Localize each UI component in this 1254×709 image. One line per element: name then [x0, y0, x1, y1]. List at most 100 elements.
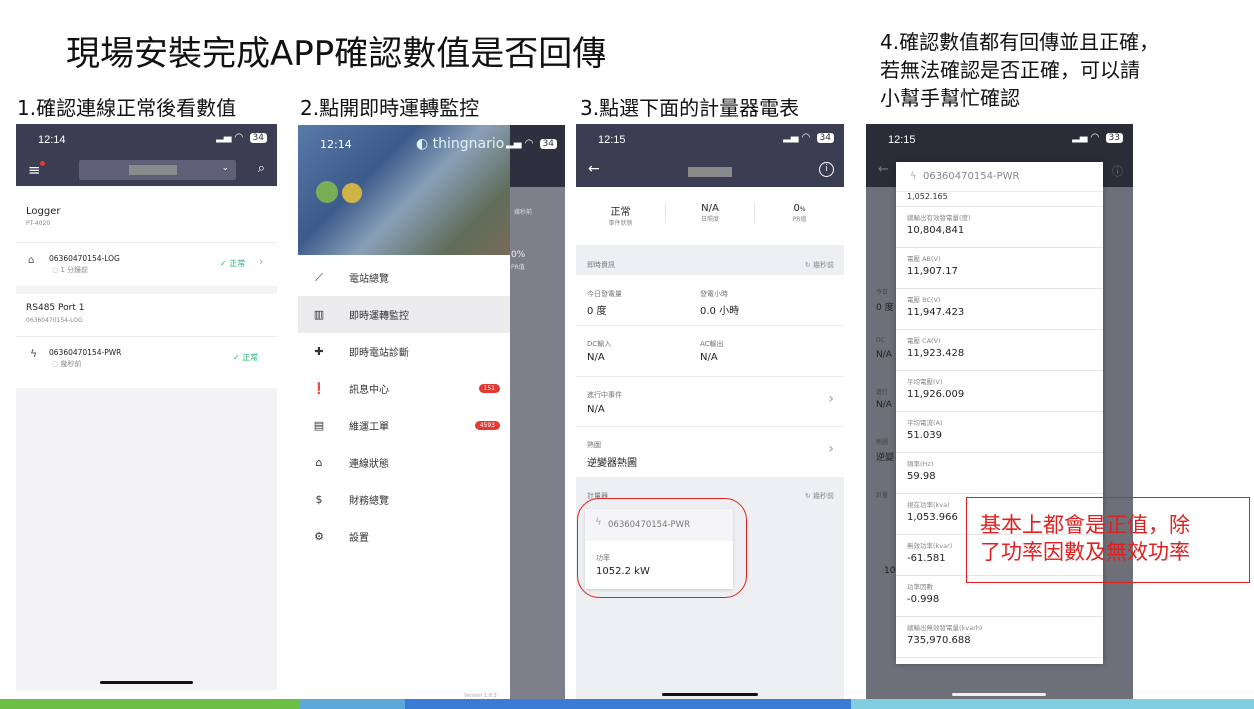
- event-row[interactable]: 進行中事件 N/A ›: [576, 376, 844, 426]
- dc-input-value: N/A: [587, 352, 605, 363]
- menu-item[interactable]: ⟋ 電站總覽: [298, 259, 510, 296]
- signal-wifi-battery-icon: ▂▄ ◠ 34: [216, 132, 267, 143]
- menu-item[interactable]: ⚙ 設置: [298, 518, 510, 555]
- metric-value: 11,907.17: [907, 266, 958, 277]
- device-updated: ◌ 幾秒前: [52, 360, 82, 368]
- heatmap-label: 熱圖: [587, 441, 601, 449]
- chevron-right-icon: ›: [259, 255, 264, 268]
- metric-label: 總輸出有效發電量(度): [907, 214, 971, 222]
- footer-strip-green: [0, 699, 300, 709]
- signal-wifi-battery-icon: ▂▄ ◠ 34: [506, 138, 557, 149]
- chevron-right-icon: ›: [828, 441, 834, 457]
- device-updated: ◌ 1 分鐘前: [52, 266, 89, 274]
- highlight-ellipse: [577, 498, 747, 598]
- port-title: RS485 Port 1: [26, 303, 85, 313]
- battery-level: 34: [816, 133, 834, 143]
- background-label: DC: [876, 337, 885, 344]
- background-label: 今日: [876, 289, 889, 296]
- router-icon: ⌂: [315, 456, 323, 469]
- step-3-caption: 3.點選下面的計量器電表: [580, 96, 800, 120]
- metric-label: 電壓 AB(V): [907, 255, 941, 263]
- message-icon: ❗: [312, 382, 326, 395]
- sun-spot-icon: [342, 183, 362, 203]
- menu-item[interactable]: $ 財務總覽: [298, 481, 510, 518]
- chart-line-icon: ⟋: [315, 270, 323, 284]
- diagnosis-plus-icon: ✚: [314, 345, 324, 358]
- step-4-line-2: 若無法確認是否正確，可以請: [880, 58, 1140, 82]
- status-bar: 12:15 ▂▄ ◠ 34: [576, 124, 844, 156]
- device-status: ✓ 正常: [220, 259, 246, 268]
- metric-value: 10,804,841: [907, 225, 965, 236]
- metric-row: 總輸出有效發電量(度) 10,804,841: [896, 207, 1103, 248]
- annotation-text: 基本上都會是正值，除 了功率因數及無效功率: [980, 512, 1190, 566]
- menu-item-label: 維運工單: [349, 422, 389, 433]
- meter-detail-dialog: ϟ 06360470154-PWR 1,052.165 總輸出有效發電量(度) 1…: [896, 162, 1103, 664]
- clipboard-icon: ▤: [313, 419, 325, 432]
- background-label: 計量: [876, 492, 889, 499]
- menu-item[interactable]: ▥ 即時運轉監控: [298, 296, 510, 333]
- gen-hours-value: 0.0 小時: [700, 306, 740, 317]
- menu-item[interactable]: ❗ 訊息中心 151: [298, 370, 510, 407]
- background-label: 進行: [876, 389, 889, 396]
- chevron-right-icon: ›: [828, 391, 834, 407]
- search-icon[interactable]: ⌕: [258, 161, 265, 176]
- battery-level: 34: [539, 139, 557, 149]
- clock: 12:15: [888, 134, 916, 146]
- menu-item[interactable]: ⌂ 連線狀態: [298, 444, 510, 481]
- menu-icon[interactable]: ≡: [28, 161, 41, 179]
- divider: [576, 325, 844, 326]
- clock: 12:15: [598, 134, 626, 146]
- gen-hours-label: 發電小時: [700, 290, 728, 298]
- refresh-time-text: 幾秒前: [813, 261, 834, 269]
- device-row-log[interactable]: ⌂ 06360470154-LOG ◌ 1 分鐘前 ✓ 正常 ›: [16, 242, 277, 282]
- annotation-line-2: 了功率因數及無效功率: [980, 540, 1190, 564]
- device-updated-text: 1 分鐘前: [60, 266, 89, 274]
- step-4-caption: 4.確認數值都有回傳並且正確， 若無法確認是否正確，可以請 小幫手幫忙確認: [880, 28, 1159, 112]
- dialog-item-list[interactable]: 總輸出有效發電量(度) 10,804,841 電壓 AB(V) 11,907.17 電壓…: [896, 207, 1103, 658]
- dc-input-label: DC輸入: [587, 340, 612, 348]
- device-updated-text: 幾秒前: [60, 360, 82, 368]
- device-row-pwr[interactable]: ϟ 06360470154-PWR ◌ 幾秒前 ✓ 正常: [16, 336, 277, 376]
- device-status: ✓ 正常: [233, 353, 259, 362]
- kpi-unit: %: [799, 206, 806, 213]
- background-value: 0 度: [876, 303, 894, 313]
- menu-item[interactable]: ✚ 即時電站診斷: [298, 333, 510, 370]
- background-label: 幾秒前: [514, 209, 533, 216]
- kpi-label: 日照度: [700, 216, 719, 223]
- background-value: 10: [884, 566, 896, 576]
- metric-label: 電壓 CA(V): [907, 337, 941, 345]
- dialog-header: ϟ 06360470154-PWR: [896, 162, 1103, 192]
- lightning-icon: ϟ: [910, 171, 917, 182]
- home-indicator: [952, 693, 1046, 696]
- device-name: 06360470154-LOG: [49, 254, 120, 263]
- menu-item[interactable]: ▤ 維運工單 4593: [298, 407, 510, 444]
- phone-screen-1: 12:14 ▂▄ ◠ 34 ≡ ⌄ ⌕ Logger PT-4020 ⌂ 063…: [16, 124, 277, 690]
- event-value: N/A: [587, 404, 605, 415]
- site-selector[interactable]: ⌄: [79, 160, 236, 180]
- menu-item-label: 電站總覽: [349, 274, 389, 285]
- home-indicator: [662, 693, 758, 696]
- background-value: 逆變: [876, 453, 895, 463]
- metric-label: 平均電流(A): [907, 419, 943, 427]
- metric-row: 電壓 AB(V) 11,907.17: [896, 248, 1103, 289]
- step-4-line-1: 4.確認數值都有回傳並且正確，: [880, 30, 1160, 54]
- info-icon[interactable]: i: [819, 162, 834, 177]
- kpi-row: 正常 事件狀態 N/A 日照度 0% PR值: [576, 187, 844, 245]
- count-badge: 151: [478, 384, 500, 393]
- kpi-label: 事件狀態: [608, 220, 633, 227]
- notification-dot-icon: [40, 161, 45, 166]
- menu-item-label: 連線狀態: [349, 459, 389, 470]
- phone-screen-2: 幾秒前 0% PR值 ◐ thingnario 12:14 ⟋ 電站總覽 ▥ 即時運轉…: [298, 125, 565, 703]
- metric-row: 平均電壓(V) 11,926.009: [896, 371, 1103, 412]
- logger-title: Logger: [26, 206, 61, 217]
- redacted-site-name: [688, 167, 732, 177]
- background-value: N/A: [876, 400, 892, 410]
- dashboard-icon: ▥: [313, 308, 325, 321]
- back-arrow-icon[interactable]: ←: [588, 161, 600, 177]
- heatmap-row[interactable]: 熱圖 逆變器熱圖 ›: [576, 426, 844, 477]
- metric-row: 總輸出無效發電量(kvarh) 735,970.688: [896, 617, 1103, 658]
- chevron-down-icon: ⌄: [221, 163, 229, 173]
- signal-wifi-battery-icon: ▂▄ ◠ 33: [1072, 132, 1123, 143]
- menu-item-label: 即時運轉監控: [349, 311, 409, 322]
- kpi-value: N/A: [701, 203, 719, 214]
